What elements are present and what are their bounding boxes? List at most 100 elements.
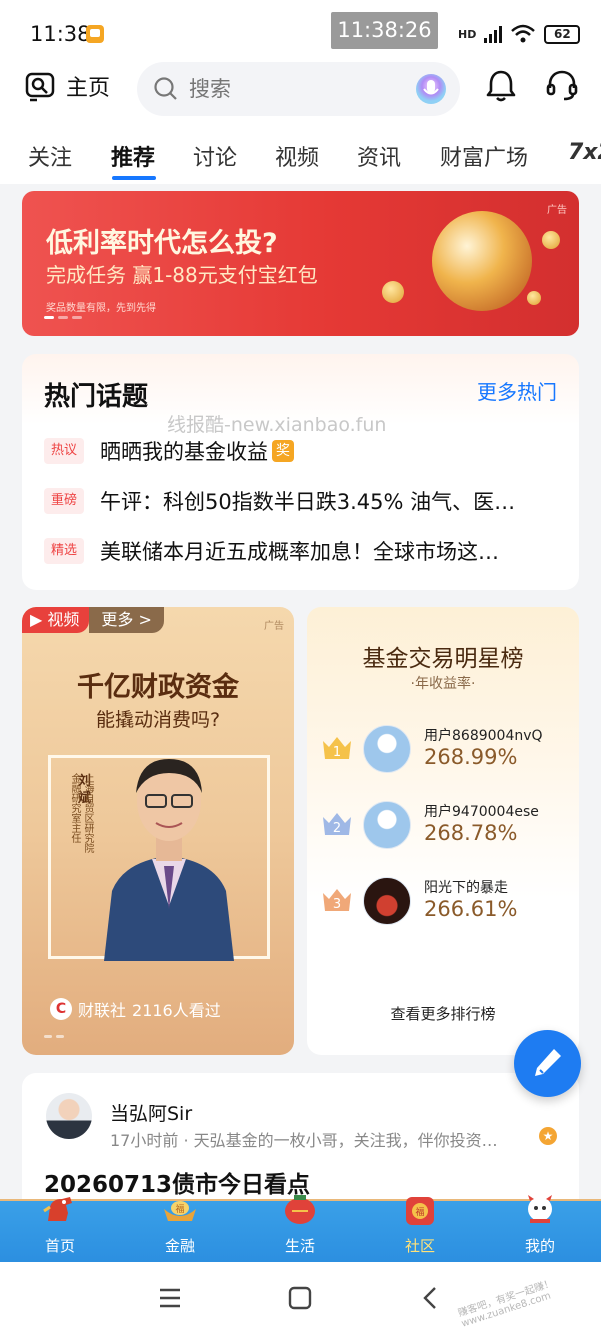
mascot-icon [528, 1195, 552, 1223]
tab-recommend[interactable]: 推荐 [111, 140, 155, 172]
coin-icon [382, 281, 404, 303]
topic-tag: 热议 [44, 438, 84, 464]
banner-subtitle: 完成任务 赢1-88元支付宝红包 [46, 263, 318, 287]
banner-title: 低利率时代怎么投? [46, 228, 278, 259]
video-more-button[interactable]: 更多 > [89, 607, 164, 633]
home-icon [25, 72, 55, 102]
user-avatar [363, 725, 411, 773]
svg-text:2: 2 [333, 821, 341, 836]
ranking-user: 用户9470004ese [424, 804, 539, 820]
tab-wealth-plaza[interactable]: 财富广场 [440, 140, 528, 172]
hot-topic-item[interactable]: 精选 美联储本月近五成概率加息！全球市场这… [44, 536, 564, 566]
tab-discussion[interactable]: 讨论 [193, 140, 237, 172]
ranking-row[interactable]: 2 用户9470004ese 268.78% [317, 797, 577, 853]
banner-pager [44, 316, 82, 319]
more-rankings-link[interactable]: 查看更多排行榜 [307, 1003, 579, 1024]
tab-7x24[interactable]: 7x2 [568, 140, 601, 165]
signal-icon [484, 25, 503, 43]
watermark-text: 线报酷-new.xianbao.fun [167, 414, 387, 436]
search-input[interactable] [189, 74, 389, 104]
topic-tag: 重磅 [44, 488, 84, 514]
video-card[interactable]: ▶ 视频 更多 > 广告 千亿财政资金 能撬动消费吗? 刘斌 上海自贸区研究院 … [22, 607, 294, 1055]
back-icon[interactable] [418, 1285, 444, 1311]
ranking-row[interactable]: 1 用户8689004nvQ 268.99% [317, 721, 577, 777]
user-avatar [363, 801, 411, 849]
globe-illustration [432, 211, 532, 311]
watermark-text: 赚客吧，有奖一起赚！www.zuanke8.com [456, 1277, 556, 1330]
voice-assistant-icon[interactable] [415, 73, 447, 105]
svg-text:福: 福 [415, 1206, 424, 1218]
status-bar: 11:38 11:38:26 HD 62 [0, 0, 601, 58]
bell-icon[interactable] [484, 68, 518, 104]
tab-label: 金融 [164, 1237, 195, 1255]
gold-medal-icon: 1 [323, 737, 351, 760]
ranking-title: 基金交易明星榜 [362, 646, 524, 672]
tab-label: 社区 [404, 1237, 435, 1255]
home-square-icon[interactable] [287, 1285, 313, 1311]
author-avatar[interactable] [46, 1093, 92, 1139]
ranking-rate: 268.78% [424, 821, 518, 845]
coin-icon [542, 231, 560, 249]
gold-ingot-icon: 福 [164, 1201, 196, 1221]
system-navigation-bar: 赚客吧，有奖一起赚！www.zuanke8.com [0, 1262, 601, 1334]
video-badge: ▶ 视频 更多 > [22, 607, 164, 633]
tab-follow[interactable]: 关注 [28, 140, 72, 172]
topic-text: 晒晒我的基金收益 [100, 440, 268, 464]
menu-icon[interactable] [157, 1285, 183, 1311]
user-avatar [363, 877, 411, 925]
topic-tag: 精选 [44, 538, 84, 564]
video-footer: C 财联社 2116人看过 [50, 997, 221, 1021]
video-views: 2116人看过 [132, 1001, 221, 1020]
ad-label: 广告 [547, 205, 567, 216]
svg-text:福: 福 [175, 1203, 184, 1215]
fund-ranking-card[interactable]: 基金交易明星榜 ·年收益率· 1 用户8689004nvQ 268.99% 2 … [307, 607, 579, 1055]
top-header: 主页 [0, 58, 601, 126]
post-card[interactable]: 当弘阿Sir 17小时前 · 天弘基金的一枚小哥，关注我，伴你投资… ★ 202… [22, 1073, 579, 1213]
ranking-subtitle: ·年收益率· [410, 676, 476, 692]
tab-video[interactable]: 视频 [275, 140, 319, 172]
tab-home[interactable]: 首页 [20, 1197, 100, 1256]
ranking-rate: 268.99% [424, 745, 518, 769]
tab-life[interactable]: 生活 [260, 1195, 340, 1256]
home-button[interactable]: 主页 [24, 70, 110, 102]
search-icon [154, 77, 177, 100]
bottom-tab-bar: 首页 福 金融 生活 福 社区 我的 [0, 1195, 601, 1262]
video-pager [44, 1035, 64, 1038]
hot-topic-item[interactable]: 重磅 午评：科创50指数半日跌3.45% 油气、医… [44, 486, 564, 516]
tab-news[interactable]: 资讯 [357, 140, 401, 172]
silver-medal-icon: 2 [323, 813, 351, 836]
status-icons: HD 62 [458, 22, 581, 46]
more-hot-link[interactable]: 更多热门 [477, 376, 557, 405]
promo-banner[interactable]: 低利率时代怎么投? 完成任务 赢1-88元支付宝红包 奖品数量有限，先到先得 广… [22, 191, 579, 336]
tab-finance[interactable]: 福 金融 [140, 1201, 220, 1256]
ranking-row[interactable]: 3 阳光下的暴走 266.61% [317, 873, 577, 929]
svg-text:3: 3 [333, 897, 341, 912]
author-name[interactable]: 当弘阿Sir [110, 1099, 192, 1126]
tab-label: 生活 [284, 1237, 315, 1255]
banner-fine-print: 奖品数量有限，先到先得 [46, 303, 156, 314]
coin-icon [527, 291, 541, 305]
cls-logo-icon: C [50, 998, 72, 1020]
tab-mine[interactable]: 我的 [500, 1195, 580, 1256]
lantern-icon [285, 1195, 315, 1224]
hot-topics-card: 热门话题 更多热门 线报酷-new.xianbao.fun 热议 晒晒我的基金收… [22, 354, 579, 590]
video-source: 财联社 [78, 1001, 127, 1020]
topic-text: 美联储本月近五成概率加息！全球市场这… [100, 540, 499, 564]
ranking-user: 阳光下的暴走 [424, 880, 508, 896]
hot-topic-item[interactable]: 热议 晒晒我的基金收益 奖 [44, 436, 564, 466]
star-badge-icon: ★ [539, 1127, 557, 1145]
video-label: ▶ 视频 [22, 607, 90, 633]
home-label: 主页 [66, 76, 111, 101]
customer-service-icon[interactable] [545, 68, 579, 104]
speaker-affiliation: 上海自贸区研究院 金融研究室主任 [69, 773, 93, 853]
ranking-rate: 266.61% [424, 897, 518, 921]
topic-text: 午评：科创50指数半日跌3.45% 油气、医… [100, 490, 516, 514]
notification-app-icon [86, 25, 104, 43]
tab-label: 首页 [44, 1237, 75, 1255]
svg-text:1: 1 [333, 745, 341, 760]
tab-community[interactable]: 福 社区 [380, 1197, 460, 1256]
search-bar[interactable] [137, 62, 460, 116]
bronze-medal-icon: 3 [323, 889, 351, 912]
ranking-user: 用户8689004nvQ [424, 728, 543, 744]
compose-button[interactable] [514, 1030, 581, 1097]
